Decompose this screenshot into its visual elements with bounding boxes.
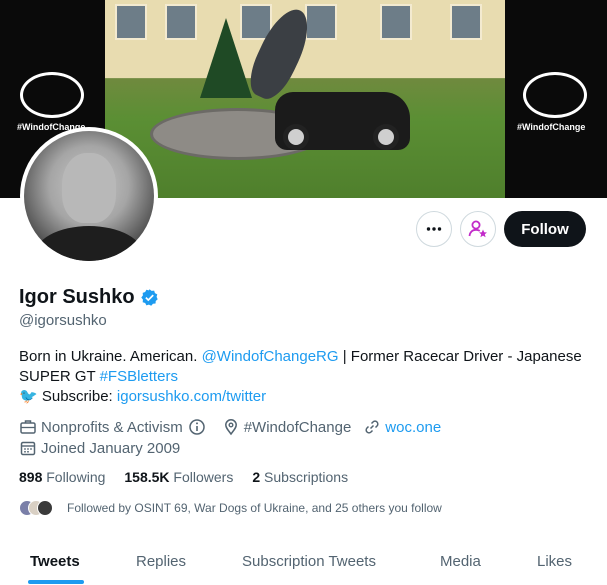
mutual-avatars (19, 498, 57, 518)
followers-you-know[interactable]: Followed by OSINT 69, War Dogs of Ukrain… (19, 498, 442, 518)
user-handle: @igorsushko (19, 312, 107, 329)
category-text: Nonprofits & Activism (41, 418, 183, 436)
display-name: Igor Sushko (19, 286, 159, 309)
location-pin-icon (224, 419, 237, 436)
more-options-button[interactable] (416, 211, 452, 247)
followers-label: Followers (169, 469, 234, 485)
tab-media[interactable]: Media (440, 537, 481, 585)
subscriptions-value: 2 (252, 469, 261, 485)
bio-text: SUPER GT (19, 368, 100, 385)
followers-count[interactable]: 158.5K Followers (124, 469, 233, 485)
location-item: #WindofChange (222, 418, 352, 436)
follow-button[interactable]: Follow (504, 211, 586, 247)
display-name-text: Igor Sushko (19, 286, 135, 308)
bio-line-2: SUPER GT #FSBletters (19, 367, 594, 387)
banner-right-panel: #WindofChange (505, 0, 607, 198)
following-label: Following (42, 469, 106, 485)
profile-tabs: Tweets Replies Subscription Tweets Media… (0, 537, 607, 585)
bio-hashtag-link[interactable]: #FSBletters (100, 368, 178, 385)
bio-line-3: 🐦 Subscribe: igorsushko.com/twitter (19, 387, 594, 407)
bio-text: Subscribe: (37, 388, 117, 405)
info-icon[interactable] (188, 418, 206, 436)
website-link[interactable]: woc.one (385, 419, 441, 436)
tab-tweets[interactable]: Tweets (30, 537, 80, 585)
calendar-icon (20, 441, 36, 456)
banner-photo (105, 0, 505, 198)
category-item: Nonprofits & Activism (19, 418, 210, 436)
ellipsis-icon (426, 227, 442, 231)
wind-of-change-logo-icon (20, 72, 84, 118)
profile-meta-row: Nonprofits & Activism #WindofChange woc.… (19, 418, 453, 436)
verified-badge-icon[interactable] (140, 288, 159, 307)
link-icon (365, 420, 379, 434)
following-value: 898 (19, 469, 43, 485)
avatar-photo (24, 131, 154, 261)
bio-line-1: Born in Ukraine. American. @WindofChange… (19, 347, 594, 367)
wind-of-change-logo-icon (523, 72, 587, 118)
bio-mention-link[interactable]: @WindofChangeRG (202, 348, 339, 365)
subscriptions-count[interactable]: 2 Subscriptions (252, 469, 348, 485)
active-tab-indicator (28, 580, 84, 584)
tab-replies[interactable]: Replies (136, 537, 186, 585)
banner-right-logo-text: #WindofChange (517, 122, 586, 132)
subscriptions-label: Subscriptions (260, 469, 349, 485)
followed-by-text: Followed by OSINT 69, War Dogs of Ukrain… (67, 501, 442, 515)
website-item: woc.one (363, 418, 441, 436)
banner-tree (200, 18, 252, 98)
location-text: #WindofChange (243, 418, 352, 436)
bird-emoji-icon: 🐦 (19, 388, 38, 405)
person-star-icon (468, 220, 487, 238)
bio-text: | Former Racecar Driver - Japanese (338, 348, 582, 365)
profile-avatar[interactable] (20, 127, 158, 265)
tab-subscription-tweets[interactable]: Subscription Tweets (242, 537, 376, 585)
banner-toy-car (275, 92, 410, 150)
tab-likes[interactable]: Likes (537, 537, 572, 585)
joined-item: Joined January 2009 (19, 439, 180, 457)
profile-joined-row: Joined January 2009 (19, 439, 192, 457)
briefcase-icon (20, 420, 36, 434)
subscribe-button[interactable] (460, 211, 496, 247)
avatar (37, 500, 53, 516)
profile-bio: Born in Ukraine. American. @WindofChange… (19, 347, 594, 407)
bio-text: Born in Ukraine. American. (19, 348, 202, 365)
following-count[interactable]: 898 Following (19, 469, 105, 485)
follow-counts: 898 Following 158.5K Followers 2 Subscri… (19, 469, 367, 485)
followers-value: 158.5K (124, 469, 170, 485)
bio-subscribe-link[interactable]: igorsushko.com/twitter (117, 388, 266, 405)
joined-text: Joined January 2009 (41, 439, 181, 457)
